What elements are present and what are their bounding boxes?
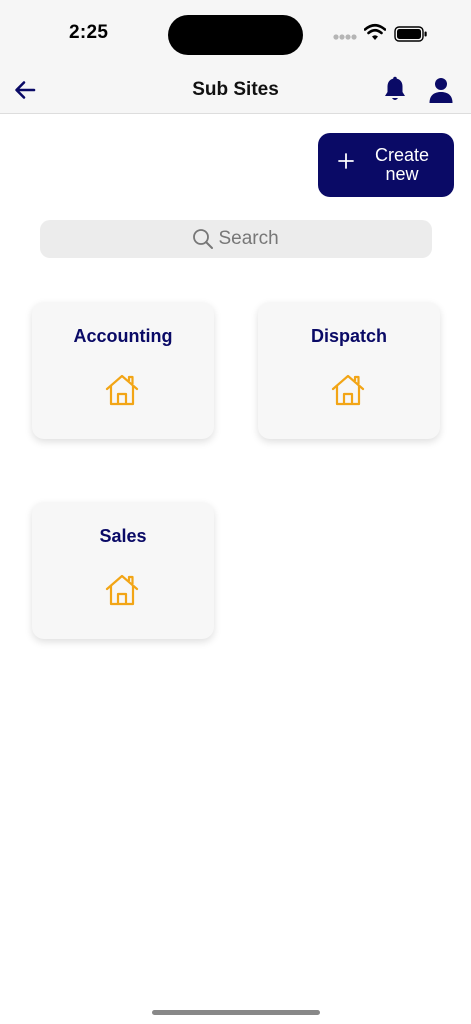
search-bar[interactable] bbox=[40, 220, 432, 258]
wifi-icon bbox=[364, 23, 386, 40]
home-icon bbox=[105, 374, 139, 406]
battery-icon bbox=[394, 26, 427, 42]
home-icon bbox=[331, 374, 365, 406]
plus-icon bbox=[338, 153, 354, 169]
navigation-bar: Sub Sites bbox=[0, 66, 471, 114]
site-card-title: Dispatch bbox=[310, 326, 388, 346]
create-new-label: Create new bbox=[374, 145, 430, 184]
home-indicator[interactable] bbox=[152, 1010, 320, 1015]
search-icon bbox=[192, 229, 213, 249]
search-input[interactable] bbox=[218, 228, 281, 250]
cellular-signal-icon bbox=[333, 34, 357, 40]
status-time: 2:25 bbox=[69, 22, 109, 43]
site-card-dispatch[interactable]: Dispatch bbox=[258, 302, 440, 439]
status-bar: 2:25 bbox=[0, 0, 471, 66]
bell-icon[interactable] bbox=[382, 76, 408, 104]
site-card-sales[interactable]: Sales bbox=[32, 502, 214, 639]
site-card-title: Accounting bbox=[73, 326, 173, 346]
create-new-button[interactable]: Create new bbox=[318, 133, 454, 197]
site-card-title: Sales bbox=[99, 526, 147, 546]
dynamic-island bbox=[168, 15, 303, 55]
site-card-accounting[interactable]: Accounting bbox=[32, 302, 214, 439]
home-icon bbox=[105, 574, 139, 606]
user-icon[interactable] bbox=[427, 76, 455, 104]
